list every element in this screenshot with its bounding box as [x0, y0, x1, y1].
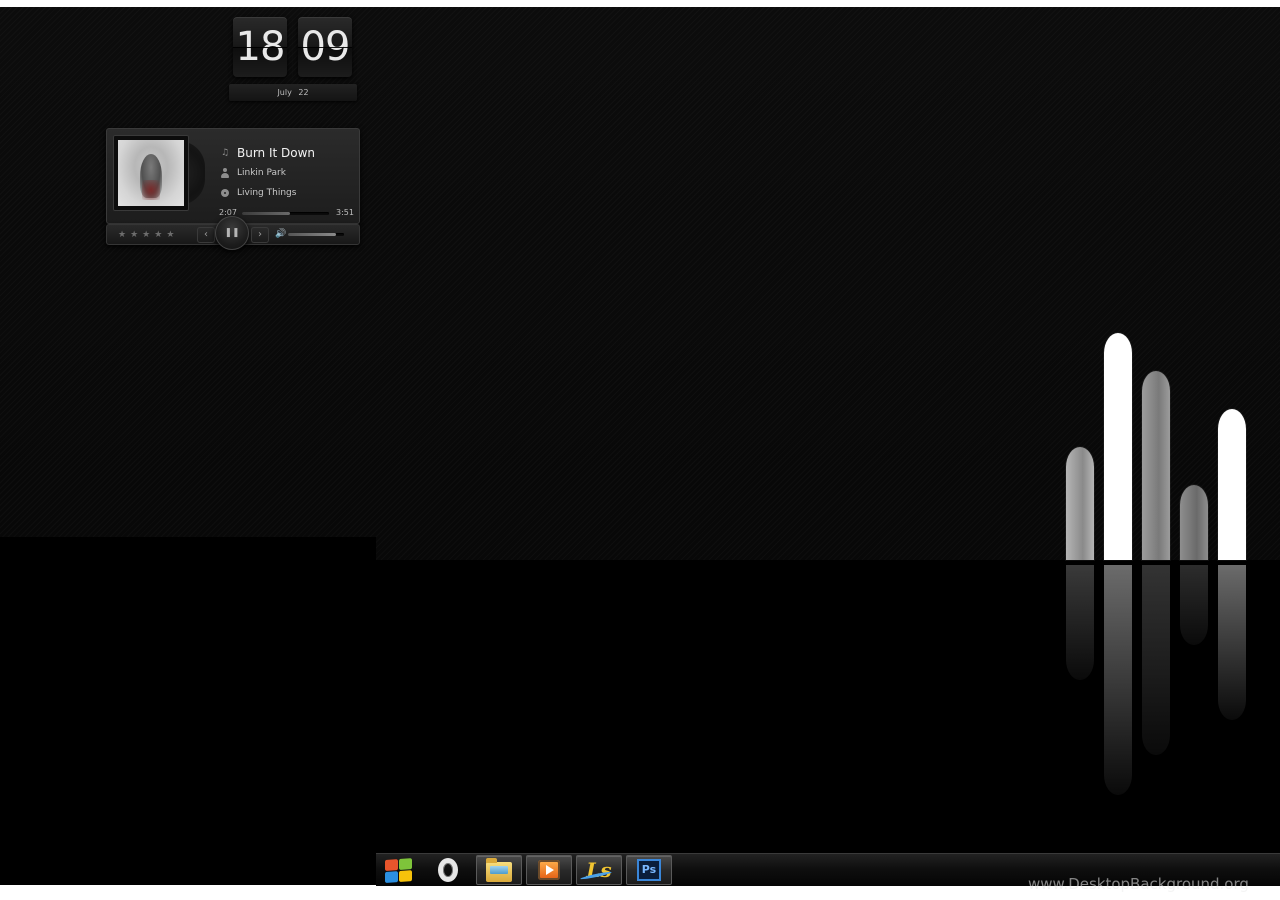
album-art[interactable]: [118, 140, 184, 206]
music-player-widget: ♫ Burn It Down Linkin Park Living Things…: [106, 128, 360, 224]
track-artist: Linkin Park: [237, 168, 286, 178]
clock-hours: 18: [233, 17, 287, 77]
time-total: 3:51: [336, 208, 354, 217]
track-album: Living Things: [237, 188, 297, 198]
volume-slider[interactable]: [288, 233, 344, 236]
progress-bar[interactable]: [242, 212, 329, 215]
album-art-frame: [113, 135, 189, 211]
volume-fill: [288, 233, 336, 236]
progress-fill: [242, 212, 290, 215]
previous-track-button[interactable]: ‹: [197, 227, 215, 243]
taskbar-file-explorer[interactable]: [476, 855, 522, 885]
rating-star[interactable]: ★: [166, 230, 174, 240]
logo-bar-reflection: [1218, 565, 1246, 720]
taskbar-media-player[interactable]: [526, 855, 572, 885]
album-art-detail: [142, 180, 160, 200]
logo-bar: [1218, 409, 1246, 560]
logo-bar-reflection: [1142, 565, 1170, 755]
media-player-icon: [538, 860, 560, 880]
desktop-floor-left: [0, 537, 376, 885]
track-title: Burn It Down: [237, 146, 316, 160]
track-title-row: ♫ Burn It Down: [220, 145, 315, 161]
ls-icon: Ls: [586, 858, 612, 882]
logo-bar-reflection: [1104, 565, 1132, 795]
music-note-icon: ♫: [220, 148, 230, 158]
logo-bar: [1104, 333, 1132, 560]
clock-month: July: [277, 88, 292, 97]
logo-bar: [1180, 485, 1208, 560]
clock-day: 22: [298, 88, 309, 97]
clock-date: July 22: [229, 84, 357, 101]
folder-icon: [486, 857, 512, 882]
track-artist-row: Linkin Park: [220, 165, 286, 181]
clock-minutes: 09: [298, 17, 352, 77]
watermark: www.DesktopBackground.org: [1028, 875, 1249, 893]
windows-logo-icon: [384, 856, 414, 884]
rating-stars[interactable]: ★ ★ ★ ★ ★: [118, 225, 174, 244]
player-controls: ★ ★ ★ ★ ★ ‹ ❚❚ › 🔊: [106, 216, 360, 250]
pause-button[interactable]: ❚❚: [215, 216, 249, 250]
photoshop-icon: Ps: [637, 859, 661, 881]
rating-star[interactable]: ★: [142, 230, 150, 240]
rating-star[interactable]: ★: [118, 230, 126, 240]
volume-icon: 🔊: [275, 229, 287, 239]
person-icon: [220, 168, 230, 178]
taskbar-ls-app[interactable]: Ls: [576, 855, 622, 885]
rating-star[interactable]: ★: [130, 230, 138, 240]
logo-bar: [1142, 371, 1170, 560]
taskbar-opera[interactable]: [425, 855, 471, 885]
desktop: 18 09 July 22 ♫ Burn It Down Linkin Park…: [0, 7, 1280, 885]
logo-bar-reflection: [1066, 565, 1094, 680]
opera-icon: [438, 858, 458, 882]
disc-icon: [221, 189, 229, 197]
next-track-button[interactable]: ›: [251, 227, 269, 243]
logo-bar-reflection: [1180, 565, 1208, 645]
track-album-row: Living Things: [220, 185, 296, 201]
taskbar-photoshop[interactable]: Ps: [626, 855, 672, 885]
logo-bar: [1066, 447, 1094, 560]
start-button[interactable]: [376, 855, 422, 885]
rating-star[interactable]: ★: [154, 230, 162, 240]
